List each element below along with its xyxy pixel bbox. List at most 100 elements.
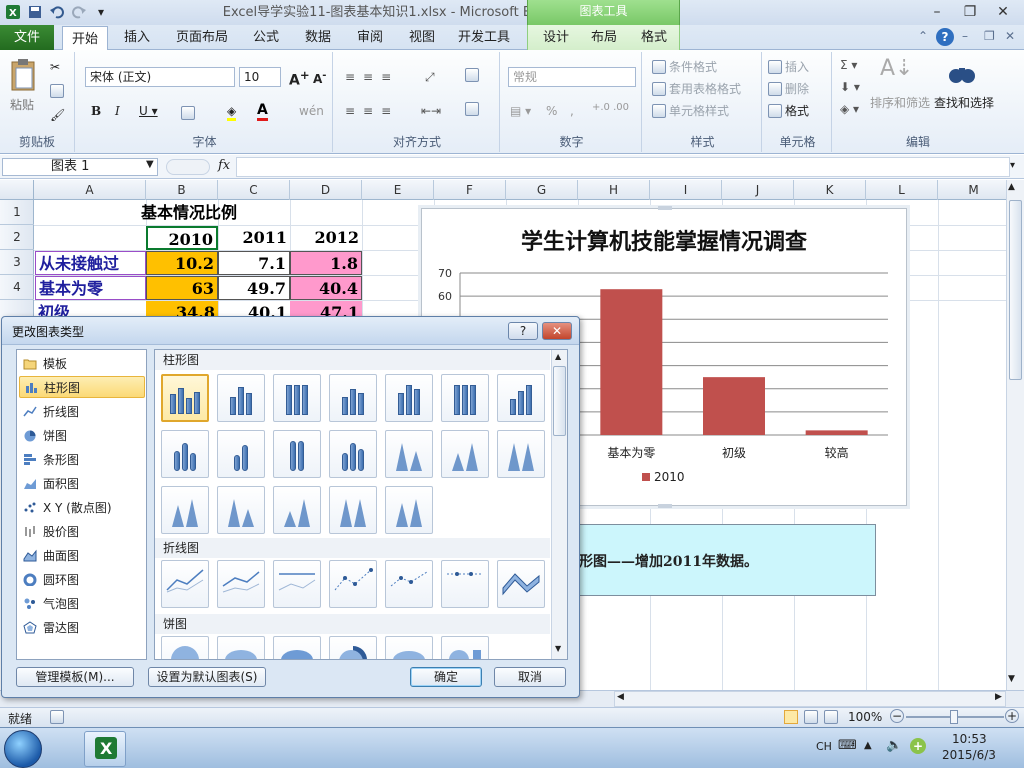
scroll-up-icon[interactable]: ▲ (1008, 182, 1015, 192)
subtype-stacked-cone[interactable] (441, 430, 489, 478)
percent-icon[interactable]: % (546, 104, 557, 118)
fill-color-icon[interactable]: ◈ (227, 104, 237, 121)
col-header[interactable]: E (362, 180, 434, 200)
tab-design[interactable]: 设计 (534, 25, 578, 50)
col-header[interactable]: D (290, 180, 362, 200)
cell-c4[interactable]: 49.7 (218, 276, 290, 300)
volume-icon[interactable]: 🔈 (886, 738, 902, 753)
vertical-scrollbar[interactable]: ▲ ▼ (1006, 180, 1024, 690)
category-templates[interactable]: 模板 (19, 352, 145, 374)
instruction-textbox[interactable]: 形图——增加2011年数据。 (572, 524, 876, 596)
horizontal-scrollbar[interactable]: ◀ ▶ (614, 691, 1006, 707)
doc-close-icon[interactable]: ✕ (1005, 29, 1015, 43)
gallery-scrollbar[interactable]: ▲ ▼ (551, 350, 567, 659)
paste-button[interactable]: 粘贴 (10, 96, 34, 113)
subtype-100-stacked-column[interactable] (273, 374, 321, 422)
tab-home[interactable]: 开始 (62, 26, 108, 51)
col-header[interactable]: G (506, 180, 578, 200)
autosum-icon[interactable]: Σ ▾ (840, 58, 857, 72)
taskbar-excel-icon[interactable]: X (84, 731, 126, 767)
subtype-stacked-line-markers[interactable] (385, 560, 433, 608)
phonetic-icon[interactable]: wén (299, 104, 324, 118)
tray-expand-icon[interactable]: ▲ (864, 740, 872, 751)
underline-icon[interactable]: U ▾ (139, 104, 158, 118)
restore-icon[interactable]: ❐ (958, 2, 982, 22)
redo-icon[interactable] (70, 3, 88, 21)
currency-icon[interactable]: ▤ ▾ (510, 104, 531, 118)
zoom-out-icon[interactable]: − (890, 709, 904, 723)
dialog-close-icon[interactable]: ✕ (542, 322, 572, 340)
zoom-level[interactable]: 100% (848, 710, 882, 724)
paste-icon[interactable] (8, 58, 38, 92)
gallery-scroll-up-icon[interactable]: ▲ (555, 352, 561, 361)
cell-a3[interactable]: 从未接触过 (35, 251, 146, 275)
cell-d3[interactable]: 1.8 (290, 251, 362, 275)
font-size-combo[interactable]: 10 (239, 67, 281, 87)
expand-formula-icon[interactable]: ▾ (1010, 160, 1015, 171)
indent-icons[interactable]: ⇤⇥ (421, 104, 441, 118)
cell-d2[interactable]: 2012 (290, 226, 362, 250)
chart-bar[interactable] (600, 289, 663, 435)
clock-time[interactable]: 10:53 (952, 732, 987, 746)
subtype-3d-line[interactable] (497, 560, 545, 608)
find-select-icon[interactable] (948, 58, 976, 89)
macro-record-icon[interactable] (50, 710, 64, 727)
undo-icon[interactable] (48, 3, 66, 21)
category-column[interactable]: 柱形图 (19, 376, 145, 398)
tab-data[interactable]: 数据 (296, 25, 340, 50)
subtype-stacked-cylinder[interactable] (217, 430, 265, 478)
col-header[interactable]: B (146, 180, 218, 200)
start-button[interactable] (4, 730, 42, 768)
subtype-3d-pyramid[interactable] (385, 486, 433, 534)
subtype-clustered-cylinder[interactable] (161, 430, 209, 478)
category-surface[interactable]: 曲面图 (19, 544, 145, 566)
chart-title[interactable]: 学生计算机技能掌握情况调查 (521, 229, 807, 255)
category-doughnut[interactable]: 圆环图 (19, 568, 145, 590)
minimize-icon[interactable]: – (925, 2, 949, 22)
subtype-3d-100-stacked-column[interactable] (441, 374, 489, 422)
subtype-3d-stacked-column[interactable] (385, 374, 433, 422)
subtype-3d-clustered-column[interactable] (329, 374, 377, 422)
insert-cells-button[interactable]: 插入 (768, 58, 809, 75)
col-header[interactable]: A (34, 180, 146, 200)
tab-format[interactable]: 格式 (632, 25, 676, 50)
scroll-down-icon[interactable]: ▼ (1008, 674, 1015, 684)
subtype-clustered-pyramid[interactable] (217, 486, 265, 534)
shrink-font-icon[interactable]: A- (313, 70, 326, 86)
sort-filter-button[interactable]: 排序和筛选 (870, 94, 930, 111)
collapse-ribbon-icon[interactable]: ⌃ (918, 29, 928, 43)
subtype-stacked-pyramid[interactable] (273, 486, 321, 534)
col-header[interactable]: M (938, 180, 1006, 200)
save-icon[interactable] (26, 3, 44, 21)
subtype-pie-of-pie[interactable] (273, 636, 321, 659)
cell-c2[interactable]: 2011 (218, 226, 290, 250)
tab-formulas[interactable]: 公式 (244, 25, 288, 50)
font-name-combo[interactable]: 宋体 (正文) (85, 67, 235, 87)
clear-icon[interactable]: ◈ ▾ (840, 102, 859, 116)
subtype-stacked-line[interactable] (217, 560, 265, 608)
cell-b4[interactable]: 63 (146, 276, 218, 300)
orientation-icon[interactable]: ⤢ (425, 70, 435, 85)
subtype-exploded-pie[interactable] (329, 636, 377, 659)
sheet-title[interactable]: 基本情况比例 (138, 201, 268, 225)
number-format-combo[interactable]: 常规 (508, 67, 636, 87)
subtype-3d-column[interactable] (497, 374, 545, 422)
tab-view[interactable]: 视图 (400, 25, 444, 50)
subtype-3d-cone[interactable] (161, 486, 209, 534)
bold-icon[interactable]: B (91, 104, 101, 118)
dialog-help-icon[interactable]: ? (508, 322, 538, 340)
chart-bar[interactable] (805, 430, 868, 435)
gallery-scroll-down-icon[interactable]: ▼ (555, 644, 561, 653)
chart-resize-handle[interactable] (658, 504, 672, 508)
col-header[interactable]: H (578, 180, 650, 200)
customize-qat-icon[interactable]: ▾ (92, 3, 110, 21)
format-cells-button[interactable]: 格式 (768, 102, 809, 119)
subtype-line-markers[interactable] (329, 560, 377, 608)
tab-page-layout[interactable]: 页面布局 (170, 25, 234, 50)
scroll-thumb[interactable] (1009, 200, 1022, 380)
cell-b2[interactable]: 2010 (146, 226, 218, 250)
vertical-align-icons[interactable]: ≡≡≡ (345, 70, 399, 84)
tab-layout[interactable]: 布局 (582, 25, 626, 50)
category-stock[interactable]: 股价图 (19, 520, 145, 542)
row-header[interactable]: 2 (0, 225, 34, 250)
